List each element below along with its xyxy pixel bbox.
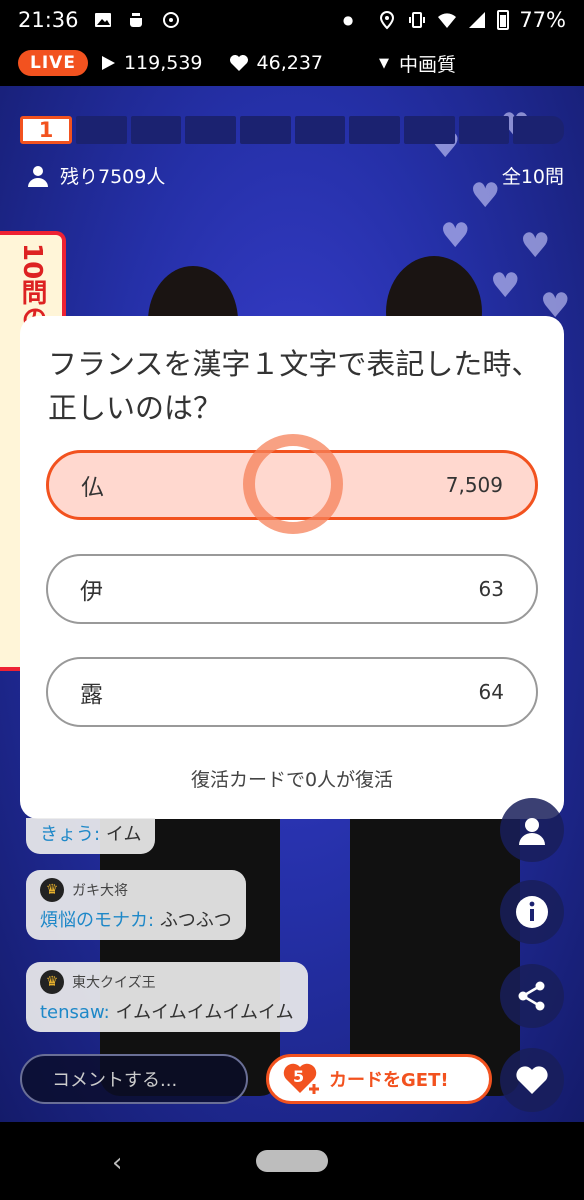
card-heart-icon: 5 <box>283 1062 319 1096</box>
remaining-count: 残り7509人 <box>60 166 166 188</box>
comment-text: イムイムイムイムイム <box>115 1002 294 1023</box>
quality-selector[interactable]: ▼ 中画質 <box>379 50 456 77</box>
heart-button-icon <box>516 1066 548 1094</box>
location-icon <box>380 10 395 30</box>
back-icon[interactable]: ‹ <box>112 1148 122 1178</box>
get-card-button[interactable]: 5 カードをGET! <box>266 1054 492 1104</box>
heart-deco: ♥ <box>520 226 551 266</box>
crown-icon: ♛ <box>40 878 64 902</box>
vibrate-icon <box>409 12 426 28</box>
person-icon <box>28 165 48 187</box>
progress-segment <box>240 116 291 144</box>
image-icon <box>94 13 111 27</box>
wifi-icon <box>438 13 457 28</box>
option-label: 伊 <box>80 579 103 605</box>
comment-rank: ♛ ガキ大将 <box>40 878 232 902</box>
heart-icon <box>229 55 248 71</box>
heart-deco: ♥ <box>470 176 501 216</box>
like-count: 46,237 <box>229 52 323 74</box>
rank-title: 東大クイズ王 <box>72 975 156 991</box>
card-button-label: カードをGET! <box>329 1070 449 1091</box>
progress-segment <box>404 116 455 144</box>
progress-segment <box>185 116 237 144</box>
heart-deco: ♥ <box>490 266 521 306</box>
share-button[interactable] <box>500 964 564 1028</box>
progress-segment <box>76 116 127 144</box>
comment-item: ♛ ガキ大将 煩悩のモナカ: ふつふつ <box>26 870 246 940</box>
clock: 21:36 <box>18 8 79 32</box>
like-count-value: 46,237 <box>256 52 323 74</box>
person-icon <box>519 818 545 845</box>
comment-user: tensaw: <box>40 1002 110 1023</box>
current-question-number: 1 <box>20 116 72 144</box>
comment-text: イム <box>105 824 142 845</box>
quiz-card: フランスを漢字１文字で表記した時、正しいのは？ 仏 7,509 伊 63 露 6… <box>20 316 564 819</box>
rank-title: ガキ大将 <box>72 883 128 899</box>
option-label: 仏 <box>81 475 104 501</box>
home-pill[interactable] <box>256 1150 328 1172</box>
comment-item: ♛ 東大クイズ王 tensaw: イムイムイムイムイム <box>26 962 308 1032</box>
signal-on-icon <box>162 12 179 28</box>
live-badge: LIVE <box>18 50 88 76</box>
progress-segment <box>458 116 510 144</box>
option-label: 露 <box>80 682 103 708</box>
stream-stats-bar: LIVE 119,539 46,237 ▼ 中画質 <box>0 40 584 86</box>
comment-user: 煩悩のモナカ: <box>40 910 155 931</box>
progress-segment <box>130 116 182 144</box>
view-count-value: 119,539 <box>123 52 203 74</box>
dropdown-icon: ▼ <box>379 55 389 71</box>
progress-segment <box>294 116 346 144</box>
comment-item: きょう: イム <box>26 818 156 854</box>
system-nav-bar: ‹ <box>0 1122 584 1200</box>
progress-segment <box>349 116 401 144</box>
tap-indicator <box>243 434 343 534</box>
answer-option-3[interactable]: 露 64 <box>46 657 538 727</box>
option-count: 7,509 <box>445 473 503 497</box>
total-questions: 全10問 <box>501 166 564 188</box>
view-count: 119,539 <box>100 52 203 74</box>
comment-input[interactable]: コメントする... <box>20 1054 248 1104</box>
comment-rank: ♛ 東大クイズ王 <box>40 970 294 994</box>
battery-icon <box>497 10 510 30</box>
revive-info: 復活カードで0人が復活 <box>190 769 394 791</box>
heart-deco: ♥ <box>440 216 471 256</box>
comment-text: ふつふつ <box>159 910 232 931</box>
progress-segment <box>513 116 565 144</box>
like-button[interactable] <box>500 1048 564 1112</box>
quality-label: 中画質 <box>399 53 457 76</box>
status-bar: 21:36 ● 77% <box>0 0 584 40</box>
answer-option-2[interactable]: 伊 63 <box>46 554 538 624</box>
quiz-question: フランスを漢字１文字で表記した時、正しいのは？ <box>48 347 541 425</box>
battery-level: 77% <box>519 8 566 32</box>
cell-signal-icon <box>469 12 486 28</box>
comment-user: きょう: <box>40 824 101 845</box>
card-count: 5 <box>293 1067 305 1086</box>
profile-button[interactable] <box>500 798 564 862</box>
info-button[interactable] <box>500 880 564 944</box>
question-progress: 1 <box>20 116 565 144</box>
dot-icon: ● <box>342 13 354 27</box>
info-icon <box>516 896 548 928</box>
option-count: 64 <box>478 680 504 704</box>
play-icon <box>101 56 115 70</box>
share-icon <box>518 981 545 1011</box>
cup-icon <box>129 13 142 27</box>
remaining-players: 残り7509人 <box>28 162 165 189</box>
option-count: 63 <box>478 577 504 601</box>
crown-icon: ♛ <box>40 970 64 994</box>
